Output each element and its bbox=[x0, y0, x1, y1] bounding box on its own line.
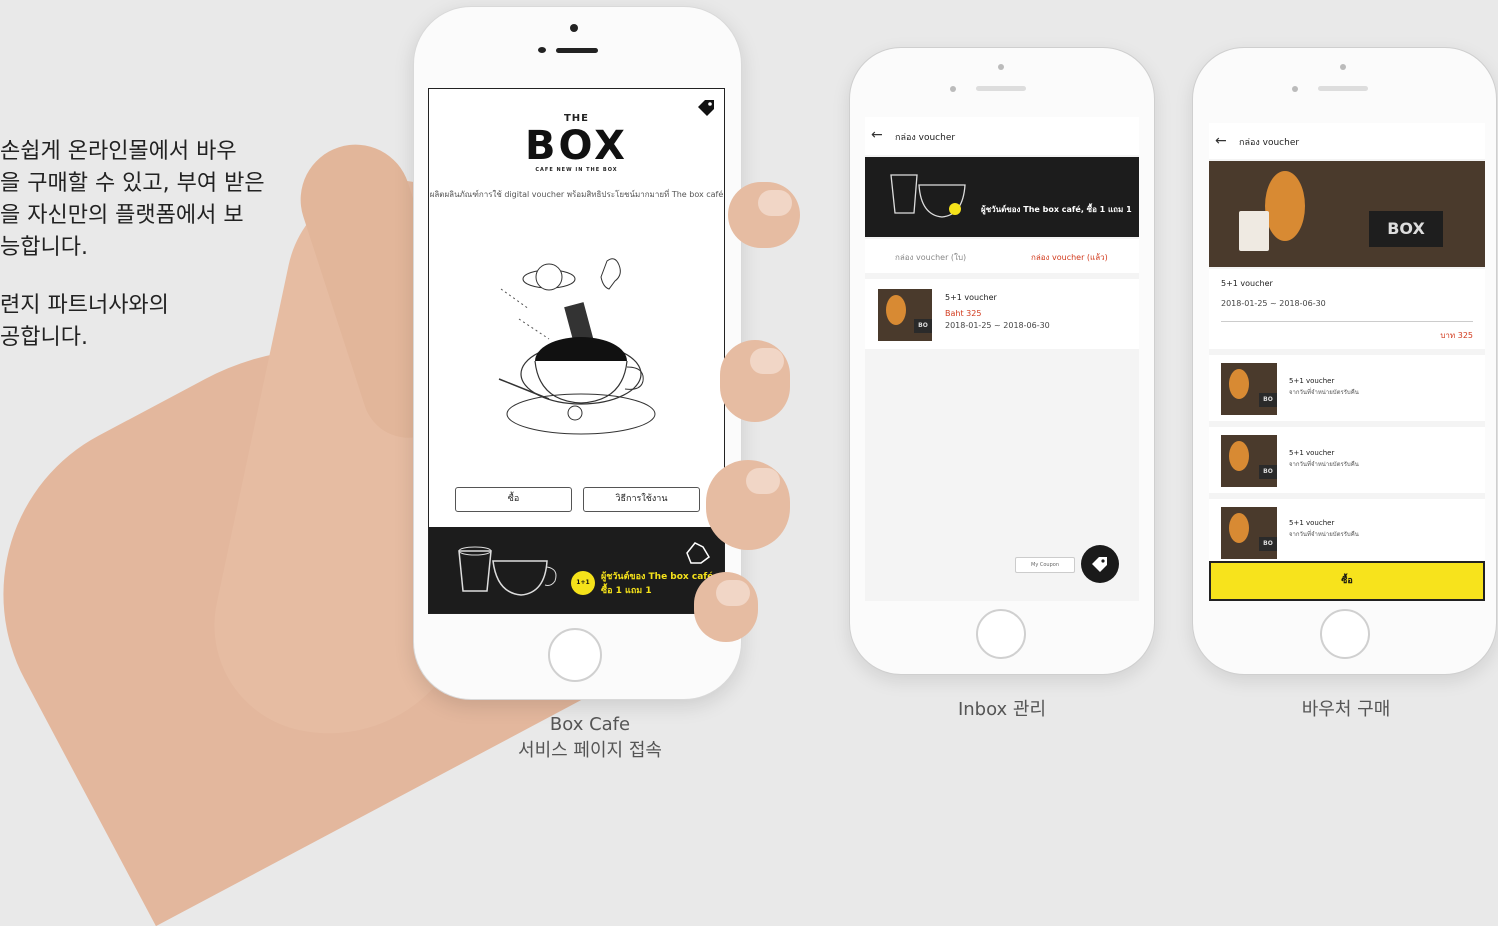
home-button[interactable] bbox=[1320, 609, 1370, 659]
brand-logo: BOX bbox=[525, 123, 628, 169]
voucher-thumbnail: BO bbox=[1221, 363, 1277, 415]
list-item-sub: จากวันที่จำหน่ายบัตรรับคืน bbox=[1289, 461, 1359, 468]
intro-line: 련지 파트너사와의 bbox=[0, 293, 169, 318]
coffee-cup-illustration bbox=[885, 167, 975, 223]
earpiece bbox=[976, 86, 1026, 91]
earpiece bbox=[556, 48, 598, 53]
list-item-sub: จากวันที่จำหน่ายบัตรรับคืน bbox=[1289, 389, 1359, 396]
intro-line: 을 자신만의 플랫폼에서 보 bbox=[0, 203, 244, 228]
inbox-promo-banner[interactable]: ผู้ชวันต์ของ The box café, ซื้อ 1 แถม 1 bbox=[865, 157, 1139, 237]
list-item[interactable]: BO 5+1 voucher จากวันที่จำหน่ายบัตรรับคื… bbox=[1209, 427, 1485, 493]
voucher-thumbnail: BO bbox=[1221, 507, 1277, 559]
intro-paragraph-1: 손쉽게 온라인몰에서 바우 을 구매할 수 있고, 부여 받은 을 자신만의 플… bbox=[0, 136, 300, 264]
sensor bbox=[998, 64, 1004, 70]
home-button[interactable] bbox=[548, 628, 602, 682]
intro-line: 손쉽게 온라인몰에서 바우 bbox=[0, 139, 237, 164]
intro-line: 능합니다. bbox=[0, 235, 88, 260]
buy-button[interactable]: ซื้อ bbox=[1209, 561, 1485, 601]
promo-badge: 1+1 bbox=[571, 571, 595, 595]
inbox-screen: ← กล่อง voucher ผู้ชวันต์ของ The box caf… bbox=[865, 117, 1139, 601]
list-item[interactable]: BO 5+1 voucher จากวันที่จำหน่ายบัตรรับคื… bbox=[1209, 499, 1485, 561]
earpiece bbox=[1318, 86, 1368, 91]
product-hero-image: BOX bbox=[1209, 161, 1485, 267]
caption-main-line1: Box Cafe bbox=[549, 714, 631, 735]
intro-text: 손쉽게 온라인몰에서 바우 을 구매할 수 있고, 부여 받은 을 자신만의 플… bbox=[0, 136, 300, 380]
voucher-list-item[interactable]: BO 5+1 voucher Baht 325 2018-01-25 ~ 201… bbox=[865, 279, 1139, 349]
back-arrow-icon[interactable]: ← bbox=[871, 127, 883, 143]
intro-paragraph-2: 련지 파트너사와의 공합니다. bbox=[0, 290, 300, 354]
tab-voucher-inbox[interactable]: กล่อง voucher (ใบ) bbox=[895, 251, 966, 264]
sensor bbox=[538, 47, 546, 53]
back-arrow-icon[interactable]: ← bbox=[1215, 133, 1227, 149]
front-camera bbox=[570, 24, 578, 32]
finger-middle bbox=[720, 340, 790, 422]
caption-purchase: 바우처 구매 bbox=[1301, 699, 1391, 720]
purchase-header-title: กล่อง voucher bbox=[1239, 138, 1300, 148]
list-item[interactable]: BO 5+1 voucher จากวันที่จำหน่ายบัตรรับคื… bbox=[1209, 355, 1485, 421]
inbox-header: ← กล่อง voucher bbox=[865, 117, 1139, 155]
voucher-price: Baht 325 bbox=[945, 309, 982, 318]
tag-icon bbox=[1092, 557, 1107, 572]
intro-line: 공합니다. bbox=[0, 325, 88, 350]
voucher-thumbnail: BO bbox=[1221, 435, 1277, 487]
inbox-promo-text: ผู้ชวันต์ของ The box café, ซื้อ 1 แถม 1 bbox=[981, 205, 1132, 214]
finger-little bbox=[694, 572, 758, 642]
list-item-title: 5+1 voucher bbox=[1289, 449, 1335, 457]
voucher-title: 5+1 voucher bbox=[945, 293, 997, 302]
purchase-header: ← กล่อง voucher bbox=[1209, 123, 1485, 159]
promo-title: ผู้ชวันต์ของ The box café bbox=[601, 572, 714, 582]
coffee-cup-illustration bbox=[451, 541, 561, 601]
promo-badge-dot bbox=[949, 203, 961, 215]
cafe-illustration bbox=[489, 249, 669, 439]
voucher-dates: 2018-01-25 ~ 2018-06-30 bbox=[945, 321, 1050, 330]
front-camera bbox=[950, 86, 956, 92]
caption-main-line2: 서비스 페이지 접속 bbox=[518, 740, 662, 761]
product-detail: 5+1 voucher 2018-01-25 ~ 2018-06-30 บาท … bbox=[1209, 269, 1485, 349]
voucher-thumbnail: BO bbox=[878, 289, 932, 341]
divider bbox=[1221, 321, 1473, 322]
finger-ring bbox=[706, 460, 790, 550]
list-item-title: 5+1 voucher bbox=[1289, 519, 1335, 527]
buy-button[interactable]: ซื้อ bbox=[455, 487, 572, 512]
inbox-tabs: กล่อง voucher (ใบ) กล่อง voucher (แล้ว) bbox=[865, 239, 1139, 273]
promo-banner[interactable]: 1+1 ผู้ชวันต์ของ The box café ซื้อ 1 แถม… bbox=[429, 527, 724, 613]
intro-line: 을 구매할 수 있고, 부여 받은 bbox=[0, 171, 265, 196]
promo-subtitle: ซื้อ 1 แถม 1 bbox=[601, 586, 652, 596]
list-item-title: 5+1 voucher bbox=[1289, 377, 1335, 385]
how-to-use-button[interactable]: วิธีการใช้งาน bbox=[583, 487, 700, 512]
front-camera bbox=[1292, 86, 1298, 92]
sensor bbox=[1340, 64, 1346, 70]
my-coupon-label[interactable]: My Coupon bbox=[1015, 557, 1075, 573]
list-item-sub: จากวันที่จำหน่ายบัตรรับคืน bbox=[1289, 531, 1359, 538]
product-price: บาท 325 bbox=[1440, 331, 1473, 340]
product-dates: 2018-01-25 ~ 2018-06-30 bbox=[1221, 299, 1326, 308]
service-description: ผลิตผลินภัณฑ์การใช้ digital voucher พร้อ… bbox=[429, 190, 724, 199]
tab-voucher-used[interactable]: กล่อง voucher (แล้ว) bbox=[1031, 251, 1108, 264]
hand-tap-icon bbox=[685, 539, 711, 565]
main-screen: THE BOX CAFE NEW IN THE BOX ผลิตผลินภัณฑ… bbox=[428, 88, 725, 614]
finger-index bbox=[728, 182, 800, 248]
inbox-header-title: กล่อง voucher bbox=[895, 133, 956, 143]
purchase-screen: ← กล่อง voucher BOX 5+1 voucher 2018-01-… bbox=[1209, 123, 1485, 601]
home-button[interactable] bbox=[976, 609, 1026, 659]
caption-inbox: Inbox 관리 bbox=[957, 699, 1047, 720]
product-title: 5+1 voucher bbox=[1221, 279, 1273, 288]
my-coupon-button[interactable] bbox=[1081, 545, 1119, 583]
brand-tagline: CAFE NEW IN THE BOX bbox=[535, 167, 618, 173]
